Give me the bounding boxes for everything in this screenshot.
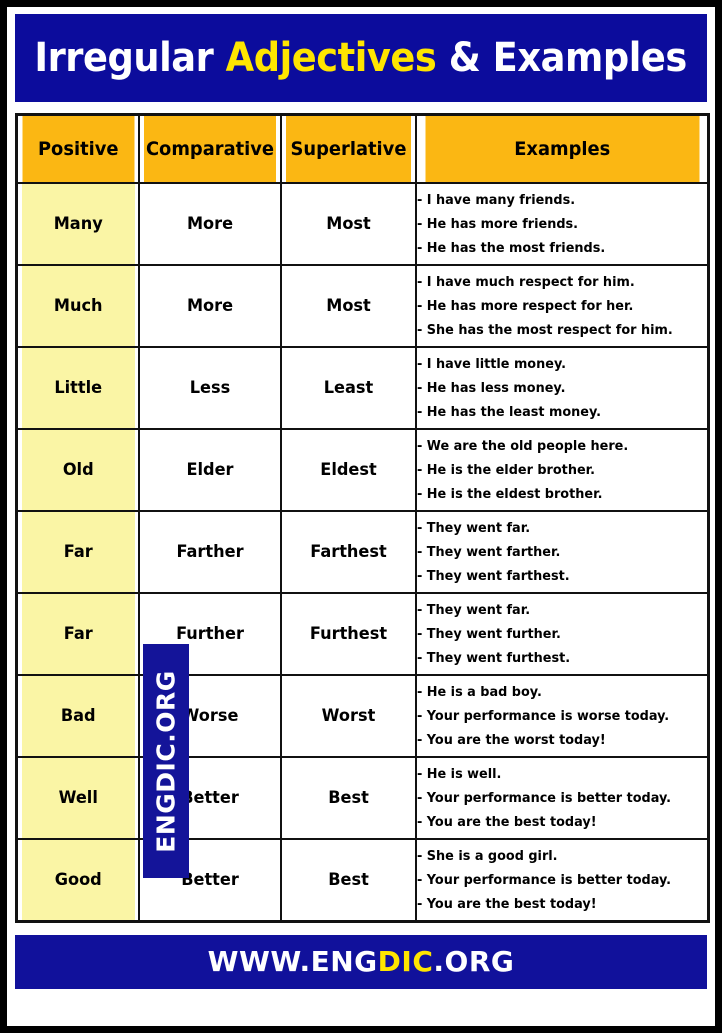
example-item: - I have much respect for him. bbox=[416, 274, 635, 290]
column-header-superlative: Superlative bbox=[283, 113, 413, 184]
example-item: - They went furthest. bbox=[416, 650, 570, 666]
examples-list: - She is a good girl. - Your performance … bbox=[417, 844, 708, 916]
column-header-examples: Examples bbox=[423, 113, 701, 184]
example-item: - They went far. bbox=[416, 520, 530, 536]
footer-bar: WWW.ENGDIC.ORG bbox=[15, 934, 707, 989]
page-title-highlight: Adjectives bbox=[226, 35, 437, 81]
example-item: - He has less money. bbox=[416, 380, 565, 396]
footer-highlight: DIC bbox=[377, 945, 434, 978]
cell-comparative: More bbox=[141, 182, 278, 266]
engdic-watermark: ENGDIC.ORG bbox=[143, 644, 189, 878]
table-row: Bad Worse Worst - He is a bad boy. - Your pe… bbox=[17, 674, 710, 758]
example-item: - Your performance is worse today. bbox=[416, 708, 669, 724]
example-item: - He is a bad boy. bbox=[416, 684, 542, 700]
example-item: - You are the best today! bbox=[416, 814, 597, 830]
example-item: - He is well. bbox=[416, 766, 501, 782]
cell-superlative: Most bbox=[282, 264, 414, 348]
cell-positive: Much bbox=[18, 264, 137, 348]
example-item: - They went further. bbox=[416, 626, 561, 642]
cell-superlative: Farthest bbox=[282, 510, 414, 594]
table-body: Many More Most - I have many friends. - He h… bbox=[17, 182, 710, 922]
examples-list: - He is well. - Your performance is bette… bbox=[417, 762, 708, 834]
cell-superlative: Furthest bbox=[282, 592, 414, 676]
example-item: - He has the most friends. bbox=[416, 240, 605, 256]
cell-comparative: Elder bbox=[141, 428, 278, 512]
page-title-part2: & Examples bbox=[436, 35, 688, 81]
cell-examples: - He is a bad boy. - Your performance is … bbox=[414, 674, 710, 758]
examples-list: - I have little money. - He has less mone… bbox=[417, 352, 708, 424]
irregular-adjectives-table: Positive Comparative Superlative Example… bbox=[15, 113, 710, 923]
example-item: - Your performance is better today. bbox=[416, 871, 671, 888]
examples-list: - They went far. - They went farther. - Th… bbox=[417, 516, 708, 588]
example-item: - She is a good girl. bbox=[416, 847, 558, 864]
cell-examples: - She is a good girl. - Your performance … bbox=[414, 838, 710, 922]
cell-superlative: Best bbox=[282, 838, 414, 922]
example-item: - Your performance is better today. bbox=[416, 790, 671, 806]
cell-superlative: Most bbox=[282, 182, 414, 266]
title-bar: Irregular Adjectives & Examples bbox=[15, 14, 707, 102]
cell-superlative: Eldest bbox=[282, 428, 414, 512]
watermark-label: ENGDIC.ORG bbox=[151, 669, 181, 853]
cell-positive: Old bbox=[18, 428, 137, 512]
examples-list: - He is a bad boy. - Your performance is … bbox=[417, 680, 708, 752]
examples-list: - I have many friends. - He has more frie… bbox=[417, 188, 708, 260]
example-item: - He has the least money. bbox=[416, 404, 601, 420]
example-item: - They went farther. bbox=[416, 544, 560, 560]
example-item: - You are the worst today! bbox=[416, 732, 606, 748]
cell-examples: - I have little money. - He has less mone… bbox=[414, 346, 710, 430]
table-row: Far Farther Farthest - They went far. - They… bbox=[17, 510, 710, 594]
cell-examples: - They went far. - They went further. - Th… bbox=[414, 592, 710, 676]
example-item: - They went far. bbox=[416, 602, 530, 618]
example-item: - He is the elder brother. bbox=[416, 462, 595, 478]
cell-examples: - We are the old people here. - He is the… bbox=[414, 428, 710, 512]
table-row: Well Better Best - He is well. - Your perfor… bbox=[17, 756, 710, 840]
examples-list: - I have much respect for him. - He has m… bbox=[417, 270, 708, 342]
table-row: Good Better Best - She is a good girl. - You… bbox=[17, 838, 710, 922]
cell-superlative: Least bbox=[282, 346, 414, 430]
poster-container: Irregular Adjectives & Examples Positive… bbox=[0, 0, 722, 1033]
example-item: - He is the eldest brother. bbox=[416, 486, 602, 502]
cell-comparative: Less bbox=[141, 346, 278, 430]
cell-comparative: Farther bbox=[141, 510, 278, 594]
cell-positive: Far bbox=[18, 510, 137, 594]
table-row: Much More Most - I have much respect for hi… bbox=[17, 264, 710, 348]
cell-examples: - I have much respect for him. - He has m… bbox=[414, 264, 710, 348]
table-row: Little Less Least - I have little money. - H… bbox=[17, 346, 710, 430]
example-item: - I have many friends. bbox=[416, 192, 575, 208]
table-header: Positive Comparative Superlative Example… bbox=[17, 113, 709, 184]
example-item: - She has the most respect for him. bbox=[416, 322, 673, 338]
example-item: - I have little money. bbox=[416, 356, 566, 372]
cell-superlative: Worst bbox=[282, 674, 414, 758]
column-header-positive: Positive bbox=[19, 113, 136, 184]
table-header-row: Positive Comparative Superlative Example… bbox=[17, 113, 709, 184]
cell-comparative: More bbox=[141, 264, 278, 348]
example-item: - We are the old people here. bbox=[416, 438, 628, 454]
cell-examples: - I have many friends. - He has more frie… bbox=[414, 182, 710, 266]
table-row: Far Further Furthest - They went far. - They… bbox=[17, 592, 710, 676]
page-title: Irregular Adjectives & Examples bbox=[34, 35, 688, 81]
example-item: - They went farthest. bbox=[416, 568, 570, 584]
cell-positive: Good bbox=[18, 838, 137, 922]
cell-positive: Well bbox=[18, 756, 137, 840]
cell-positive: Many bbox=[18, 182, 137, 266]
cell-examples: - He is well. - Your performance is bette… bbox=[414, 756, 710, 840]
cell-superlative: Best bbox=[282, 756, 414, 840]
footer-website-label: WWW.ENGDIC.ORG bbox=[208, 945, 515, 978]
table-row: Many More Most - I have many friends. - He h… bbox=[17, 182, 710, 266]
examples-list: - They went far. - They went further. - Th… bbox=[417, 598, 708, 670]
footer-part1: WWW.ENG bbox=[207, 945, 378, 978]
cell-positive: Far bbox=[18, 592, 137, 676]
footer-part2: .ORG bbox=[433, 945, 515, 978]
page-title-part1: Irregular bbox=[34, 35, 227, 81]
column-header-comparative: Comparative bbox=[141, 113, 278, 184]
table-row: Old Elder Eldest - We are the old people he… bbox=[17, 428, 710, 512]
cell-positive: Bad bbox=[18, 674, 137, 758]
example-item: - He has more friends. bbox=[416, 216, 578, 232]
cell-positive: Little bbox=[18, 346, 137, 430]
example-item: - You are the best today! bbox=[416, 895, 597, 912]
cell-examples: - They went far. - They went farther. - Th… bbox=[414, 510, 710, 594]
example-item: - He has more respect for her. bbox=[416, 298, 633, 314]
examples-list: - We are the old people here. - He is the… bbox=[417, 434, 708, 506]
